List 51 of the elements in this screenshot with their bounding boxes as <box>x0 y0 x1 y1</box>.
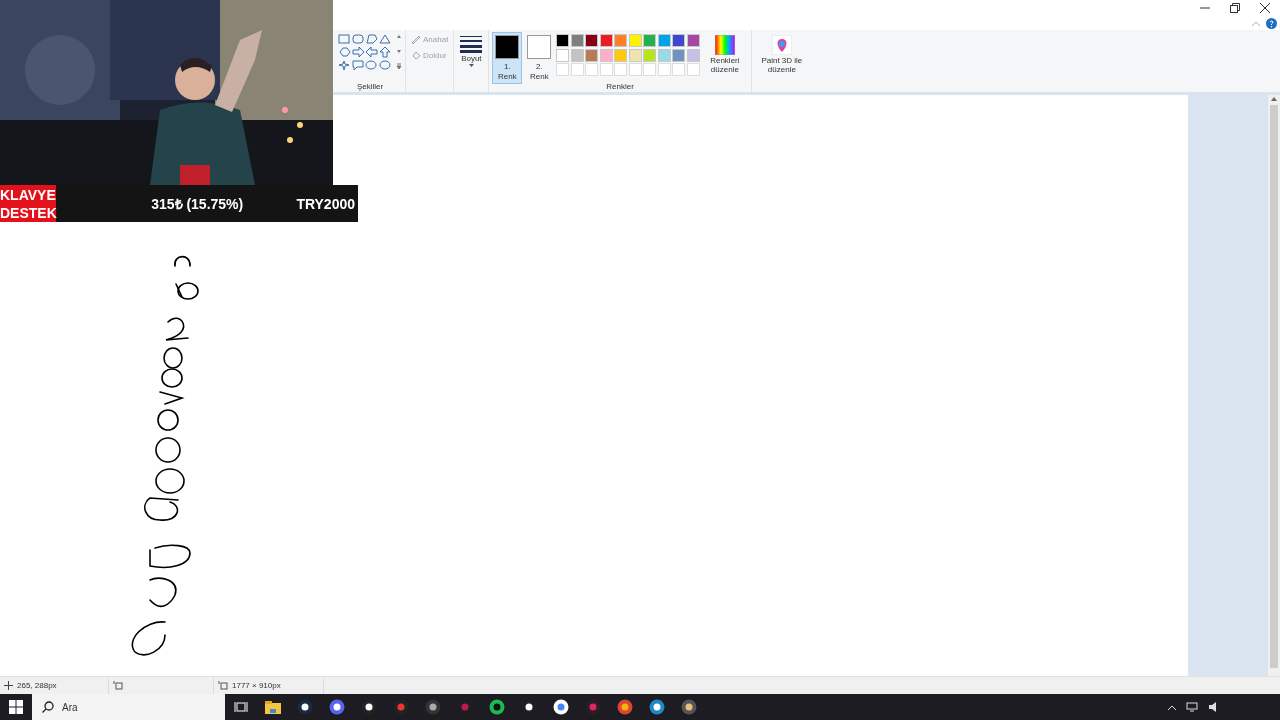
palette-color[interactable] <box>657 34 671 47</box>
palette-color[interactable] <box>585 48 599 62</box>
canvas-size-icon <box>218 681 228 690</box>
pencil-icon <box>411 34 421 44</box>
restore-icon <box>1230 3 1240 13</box>
donation-goal: TRY2000 <box>296 194 356 213</box>
palette-color[interactable] <box>585 34 599 47</box>
close-icon <box>1260 3 1270 13</box>
selection-icon <box>113 681 123 690</box>
task-view-icon <box>234 701 248 713</box>
palette-color[interactable] <box>657 48 671 62</box>
palette-color[interactable] <box>599 34 613 47</box>
palette-color[interactable] <box>643 48 657 62</box>
palette-color[interactable] <box>686 34 700 47</box>
size-button[interactable]: Boyut <box>457 32 486 70</box>
palette-color[interactable] <box>628 34 642 47</box>
color-slot[interactable]: 2. Renk <box>524 32 555 84</box>
group-label: Renkler <box>605 81 635 92</box>
rainbow-palette-icon <box>714 35 735 55</box>
donation-amount: 315₺ (15.75%) <box>150 194 245 213</box>
palette-color[interactable] <box>672 48 686 62</box>
palette-color[interactable] <box>628 48 642 62</box>
chevron-up-icon <box>1168 704 1176 710</box>
network-icon <box>1186 702 1198 712</box>
palette-color[interactable] <box>614 34 628 47</box>
paint-drop-icon <box>771 35 792 55</box>
group-label: Şekiller <box>355 81 385 92</box>
move-cursor-icon <box>4 681 13 690</box>
palette-color[interactable] <box>599 48 613 62</box>
palette-color[interactable] <box>614 48 628 62</box>
caret-icon <box>468 64 474 67</box>
windows-logo-icon <box>9 700 23 714</box>
edit-colors-button[interactable]: Renkleri düzenle <box>701 32 748 77</box>
palette-color[interactable] <box>686 48 700 62</box>
canvas-size: 1777 × 910px <box>232 681 281 690</box>
vertical-scrollbar[interactable] <box>1268 95 1280 676</box>
search-field[interactable]: Ara <box>32 694 225 720</box>
chevron-up-icon <box>1252 20 1260 26</box>
color-slot[interactable]: 1. Renk <box>492 32 523 84</box>
overlay-caption: KLAVYE <box>0 185 57 204</box>
palette-color[interactable] <box>672 34 686 47</box>
palette-color[interactable] <box>556 48 570 62</box>
cursor-position: 265, 288px <box>17 681 57 690</box>
palette-color[interactable] <box>643 34 657 47</box>
palette-color[interactable] <box>570 34 584 47</box>
paint-3d-button[interactable]: Paint 3D ile düzenle <box>754 32 809 77</box>
palette-color[interactable] <box>570 48 584 62</box>
help-icon[interactable] <box>1266 17 1277 29</box>
palette-color[interactable] <box>556 34 570 47</box>
search-icon <box>42 701 54 713</box>
line-widths-icon <box>460 35 483 53</box>
